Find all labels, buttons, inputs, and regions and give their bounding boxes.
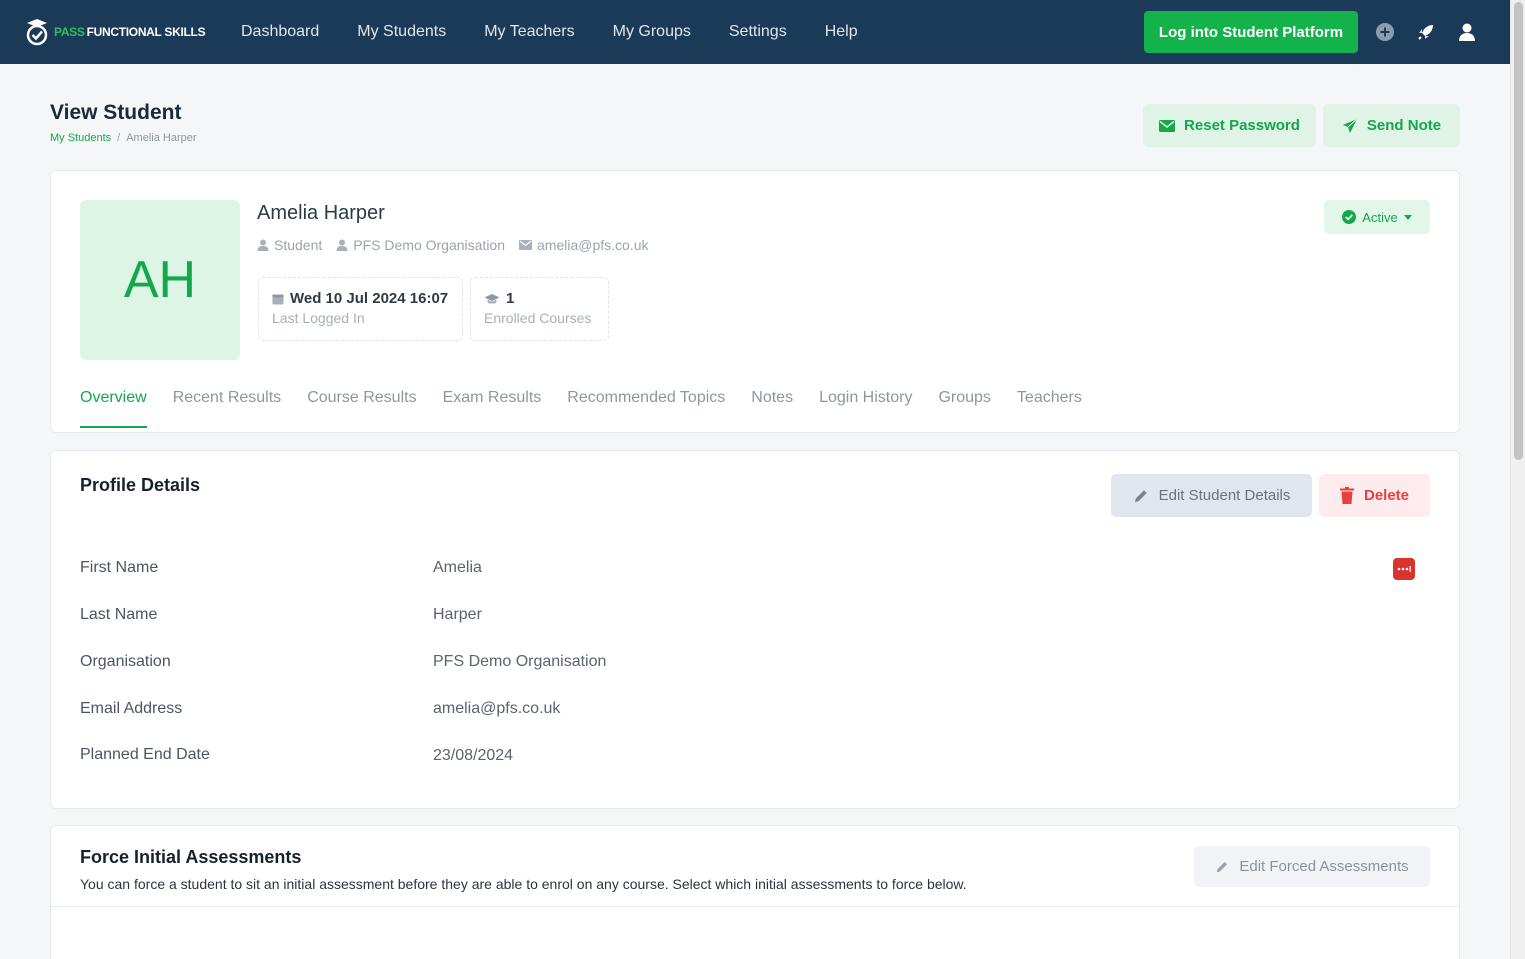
tab-login-history[interactable]: Login History bbox=[819, 389, 912, 428]
envelope-icon bbox=[519, 240, 532, 250]
tab-notes[interactable]: Notes bbox=[751, 389, 793, 428]
delete-button[interactable]: Delete bbox=[1319, 474, 1430, 517]
person-icon bbox=[257, 239, 269, 251]
student-tabs: Overview Recent Results Course Results E… bbox=[80, 389, 1108, 428]
nav-link-settings[interactable]: Settings bbox=[729, 23, 787, 41]
login-student-platform-button[interactable]: Log into Student Platform bbox=[1144, 11, 1358, 53]
meta-organisation: PFS Demo Organisation bbox=[336, 237, 505, 253]
caret-down-icon bbox=[1403, 214, 1412, 220]
last-logged-in-stat: Wed 10 Jul 2024 16:07 Last Logged In bbox=[258, 277, 463, 341]
avatar: AH bbox=[80, 200, 240, 360]
last-logged-in-value: Wed 10 Jul 2024 16:07 bbox=[290, 290, 449, 307]
tab-overview[interactable]: Overview bbox=[80, 389, 147, 428]
reset-password-button[interactable]: Reset Password bbox=[1143, 104, 1316, 147]
meta-organisation-text: PFS Demo Organisation bbox=[353, 237, 505, 253]
edit-student-details-label: Edit Student Details bbox=[1158, 487, 1291, 504]
top-navbar: PASS FUNCTIONAL SKILLS Dashboard My Stud… bbox=[0, 0, 1510, 64]
tab-exam-results[interactable]: Exam Results bbox=[443, 389, 542, 428]
page-title: View Student bbox=[50, 101, 182, 124]
nav-link-my-groups[interactable]: My Groups bbox=[613, 23, 691, 41]
breadcrumb-separator: / bbox=[117, 132, 121, 144]
nav-link-my-teachers[interactable]: My Teachers bbox=[484, 23, 574, 41]
delete-label: Delete bbox=[1363, 487, 1410, 504]
edit-student-details-button[interactable]: Edit Student Details bbox=[1111, 474, 1312, 517]
plus-circle-icon[interactable] bbox=[1373, 20, 1397, 44]
send-note-label: Send Note bbox=[1366, 117, 1442, 134]
email-address-label: Email Address bbox=[80, 700, 183, 717]
reset-password-label: Reset Password bbox=[1184, 117, 1300, 134]
rocket-icon[interactable] bbox=[1414, 20, 1438, 44]
card-divider bbox=[51, 906, 1459, 907]
organisation-value: PFS Demo Organisation bbox=[433, 653, 607, 670]
profile-details-title: Profile Details bbox=[80, 475, 201, 495]
nav-links: Dashboard My Students My Teachers My Gro… bbox=[241, 23, 896, 41]
organisation-label: Organisation bbox=[80, 653, 171, 670]
send-note-button[interactable]: Send Note bbox=[1323, 104, 1460, 147]
pencil-icon bbox=[1134, 489, 1147, 502]
meta-role: Student bbox=[257, 237, 322, 253]
breadcrumb-current: Amelia Harper bbox=[126, 132, 197, 144]
paper-plane-icon bbox=[1342, 118, 1358, 133]
check-circle-icon bbox=[1342, 210, 1357, 224]
edit-forced-assessments-label: Edit Forced Assessments bbox=[1239, 858, 1409, 875]
page-scrollbar[interactable] bbox=[1510, 0, 1525, 959]
last-logged-in-label: Last Logged In bbox=[272, 310, 365, 326]
breadcrumb-my-students[interactable]: My Students bbox=[50, 132, 111, 144]
force-assessments-description: You can force a student to sit an initia… bbox=[80, 876, 967, 892]
status-label: Active bbox=[1362, 209, 1398, 225]
tab-recommended-topics[interactable]: Recommended Topics bbox=[567, 389, 725, 428]
tab-groups[interactable]: Groups bbox=[938, 389, 990, 428]
trash-icon bbox=[1339, 487, 1354, 504]
nav-link-help[interactable]: Help bbox=[825, 23, 858, 41]
first-name-value: Amelia bbox=[433, 559, 482, 576]
student-summary-card: AH Amelia Harper Student PFS Demo Organi… bbox=[50, 170, 1460, 433]
password-manager-icon[interactable] bbox=[1393, 558, 1415, 580]
meta-role-text: Student bbox=[274, 237, 323, 253]
brand-logo[interactable]: PASS FUNCTIONAL SKILLS bbox=[24, 17, 224, 47]
tab-teachers[interactable]: Teachers bbox=[1017, 389, 1082, 428]
meta-email-text: amelia@pfs.co.uk bbox=[537, 237, 649, 253]
student-name: Amelia Harper bbox=[257, 202, 385, 224]
meta-email: amelia@pfs.co.uk bbox=[519, 237, 648, 253]
email-address-value: amelia@pfs.co.uk bbox=[433, 700, 561, 717]
enrolled-courses-label: Enrolled Courses bbox=[484, 310, 592, 326]
last-name-label: Last Name bbox=[80, 606, 158, 623]
enrolled-courses-stat: 1 Enrolled Courses bbox=[470, 277, 609, 341]
tab-course-results[interactable]: Course Results bbox=[307, 389, 416, 428]
force-assessments-card: Force Initial Assessments You can force … bbox=[50, 825, 1460, 959]
nav-link-my-students[interactable]: My Students bbox=[357, 23, 446, 41]
scrollbar-thumb[interactable] bbox=[1514, 2, 1523, 460]
profile-details-card: Profile Details Edit Student Details Del… bbox=[50, 450, 1460, 809]
first-name-label: First Name bbox=[80, 559, 159, 576]
envelope-icon bbox=[1159, 119, 1176, 132]
force-assessments-title: Force Initial Assessments bbox=[80, 847, 302, 867]
pencil-icon bbox=[1217, 861, 1228, 872]
person-icon bbox=[336, 239, 348, 251]
status-dropdown[interactable]: Active bbox=[1324, 200, 1430, 234]
planned-end-date-value: 23/08/2024 bbox=[433, 747, 514, 764]
enrolled-courses-value: 1 bbox=[506, 290, 515, 307]
edit-forced-assessments-button[interactable]: Edit Forced Assessments bbox=[1194, 846, 1430, 887]
tab-recent-results[interactable]: Recent Results bbox=[173, 389, 282, 428]
graduation-cap-icon bbox=[484, 293, 500, 304]
planned-end-date-label: Planned End Date bbox=[80, 746, 210, 763]
nav-link-dashboard[interactable]: Dashboard bbox=[241, 23, 319, 41]
student-meta: Student PFS Demo Organisation amelia@pfs… bbox=[257, 237, 648, 253]
brand-text-pass: PASS bbox=[54, 25, 85, 39]
last-name-value: Harper bbox=[433, 606, 482, 623]
breadcrumb: My Students / Amelia Harper bbox=[50, 132, 197, 144]
user-icon[interactable] bbox=[1455, 20, 1479, 44]
brand-text-functional-skills: FUNCTIONAL SKILLS bbox=[86, 25, 206, 39]
logo-icon bbox=[26, 19, 48, 46]
calendar-icon bbox=[272, 294, 284, 304]
